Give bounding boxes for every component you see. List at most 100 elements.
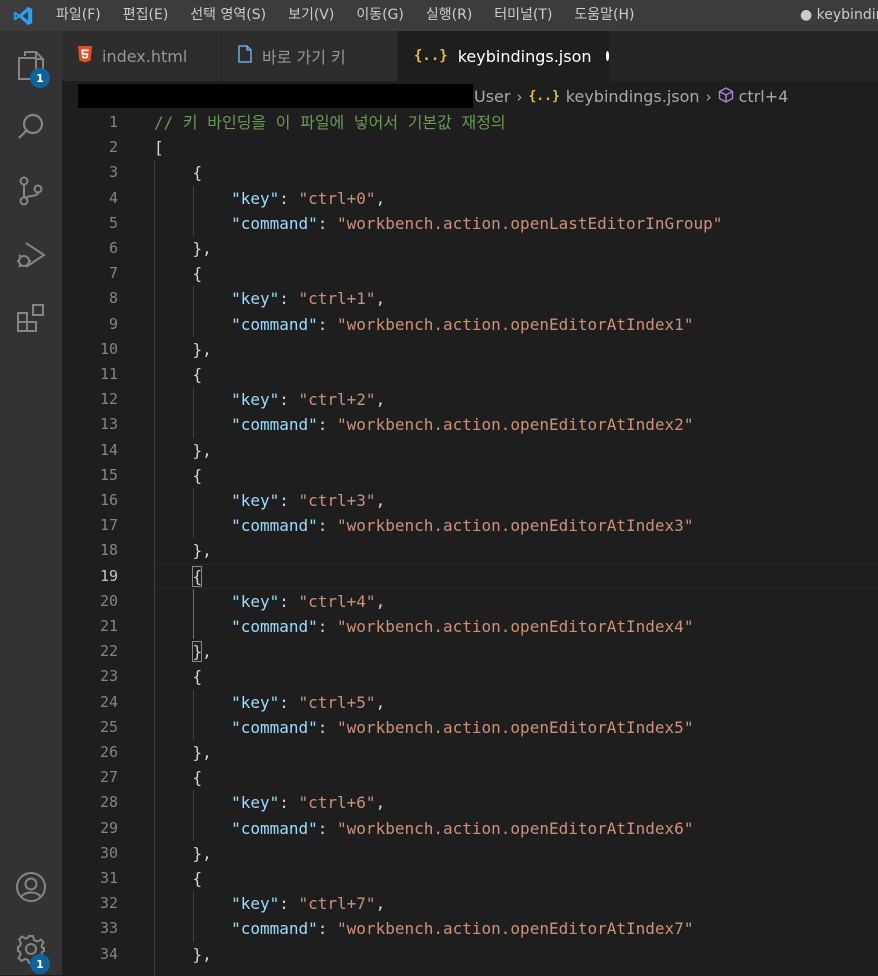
- tab-label: keybindings.json: [457, 46, 592, 66]
- settings-badge: 1: [30, 954, 50, 974]
- run-debug-button[interactable]: [0, 232, 62, 282]
- code-punctuation: {: [154, 163, 203, 183]
- json-key: "key": [231, 591, 280, 611]
- code-punctuation: ,: [375, 188, 386, 208]
- line-number: 13: [99, 415, 118, 434]
- line-number: 34: [99, 944, 118, 963]
- tab-shortcut-keys[interactable]: 바로 가기 키: [222, 31, 398, 81]
- line-number: 14: [99, 440, 118, 459]
- title-bar: 파일(F) 편집(E) 선택 영역(S) 보기(V) 이동(G) 실행(R) 터미널(T) 도…: [0, 0, 878, 31]
- breadcrumb-user[interactable]: User: [474, 87, 510, 106]
- indent-guide: [192, 588, 194, 640]
- accounts-button[interactable]: [0, 864, 62, 914]
- code-line: "key": "ctrl+0",: [154, 186, 385, 211]
- code-punctuation: :: [279, 390, 299, 410]
- explorer-button[interactable]: 1: [0, 42, 62, 92]
- menu-item[interactable]: 이동(G): [345, 0, 415, 31]
- code-punctuation: ,: [375, 491, 386, 510]
- chevron-right-icon: ›: [705, 87, 712, 106]
- activity-bar: 1 1: [0, 31, 62, 975]
- code-line: "key": "ctrl+1",: [154, 286, 385, 311]
- code-line: "command": "workbench.action.openEditorA…: [154, 412, 693, 437]
- json-key: "key": [231, 491, 280, 510]
- code-line: "command": "workbench.action.openEditorA…: [154, 715, 693, 740]
- json-key: "command": [231, 818, 318, 838]
- indent-guide: [192, 488, 194, 539]
- tab-index-html[interactable]: index.html: [62, 31, 222, 81]
- tab-label: index.html: [102, 46, 188, 66]
- json-key: "key": [231, 188, 280, 208]
- line-number: 17: [99, 516, 118, 535]
- line-number: 20: [99, 591, 118, 610]
- json-command-value: "workbench.action.openEditorAtIndex7": [337, 919, 694, 939]
- json-key-value: "ctrl+4": [298, 591, 376, 611]
- tab-bar: index.html 바로 가기 키 {..} keybindings.json: [62, 31, 878, 81]
- line-number: 28: [99, 793, 118, 812]
- line-number: 3: [108, 163, 118, 182]
- code-punctuation: {: [154, 768, 203, 788]
- json-command-value: "workbench.action.openEditorAtIndex5": [337, 717, 694, 737]
- line-number: 19: [99, 566, 118, 585]
- source-control-button[interactable]: [0, 168, 62, 218]
- indent-guide: [192, 387, 194, 438]
- json-command-value: "workbench.action.openEditorAtIndex2": [337, 415, 694, 435]
- line-number: 18: [99, 541, 118, 560]
- code-line: },: [154, 740, 212, 765]
- indent-guide: [192, 286, 194, 337]
- code-line: "key": "ctrl+2",: [154, 387, 385, 412]
- indent-guide: [192, 790, 194, 841]
- line-number: 2: [108, 138, 118, 157]
- code-punctuation: :: [279, 491, 299, 510]
- line-number: 21: [99, 617, 118, 635]
- json-command-value: "workbench.action.openLastEditorInGroup": [337, 213, 723, 233]
- json-command-value: "workbench.action.openEditorAtIndex6": [337, 818, 694, 838]
- breadcrumb-symbol[interactable]: ctrl+4: [739, 87, 789, 106]
- code-line: "command": "workbench.action.openEditorA…: [154, 816, 693, 841]
- code-punctuation: {: [154, 264, 203, 284]
- code-punctuation: :: [279, 894, 299, 914]
- menu-item[interactable]: 편집(E): [112, 0, 180, 31]
- json-key: "command": [231, 617, 318, 636]
- bracket-match-highlight: [191, 641, 203, 663]
- menu-item[interactable]: 터미널(T): [483, 0, 563, 31]
- code-editor[interactable]: 1 2 3 4 5 6 7 8 9 10 11 12 13 14 15 16 17 18 19 20 21 22 23 24 2…: [62, 112, 878, 975]
- code-line: "command": "workbench.action.openEditorA…: [154, 916, 693, 941]
- code-punctuation: :: [317, 818, 338, 838]
- code-punctuation: },: [154, 743, 212, 762]
- run-debug-icon: [15, 239, 47, 275]
- code-punctuation: {: [154, 465, 203, 485]
- menu-item[interactable]: 파일(F): [46, 0, 112, 31]
- code-punctuation: :: [317, 516, 338, 536]
- vscode-logo-icon[interactable]: [0, 0, 46, 31]
- cube-icon: [718, 86, 734, 107]
- unsaved-dot-icon[interactable]: [605, 51, 609, 61]
- html5-icon: [78, 45, 92, 67]
- json-key-value: "ctrl+7": [298, 894, 376, 914]
- manage-button[interactable]: 1: [0, 926, 62, 976]
- code-line: {: [154, 463, 203, 488]
- line-number: 33: [99, 919, 118, 938]
- code-line: "key": "ctrl+4",: [154, 589, 385, 614]
- json-command-value: "workbench.action.openEditorAtIndex3": [337, 516, 694, 536]
- json-key: "command": [231, 717, 318, 737]
- json-key: "key": [231, 289, 280, 309]
- extensions-button[interactable]: [0, 295, 62, 345]
- tab-label: 바로 가기 키: [262, 48, 346, 67]
- code-punctuation: {: [154, 869, 203, 888]
- menu-item[interactable]: 보기(V): [277, 0, 345, 31]
- line-number: 31: [99, 869, 118, 887]
- current-line-highlight: [154, 563, 878, 589]
- code-comment: // 키 바인딩을 이 파일에 넣어서 기본값 재정의: [154, 113, 506, 132]
- code-punctuation: :: [317, 717, 338, 737]
- breadcrumb-file[interactable]: keybindings.json: [566, 87, 700, 106]
- menu-item[interactable]: 선택 영역(S): [179, 0, 277, 31]
- code-punctuation: :: [317, 919, 338, 939]
- search-button[interactable]: [0, 104, 62, 154]
- json-command-value: "workbench.action.openEditorAtIndex1": [337, 314, 694, 334]
- tab-keybindings-json[interactable]: {..} keybindings.json: [398, 31, 610, 81]
- json-key: "command": [231, 314, 318, 334]
- menu-item[interactable]: 실행(R): [415, 0, 483, 31]
- menu-item[interactable]: 도움말(H): [563, 0, 645, 31]
- json-key-value: "ctrl+6": [298, 793, 376, 813]
- line-number: 15: [99, 465, 118, 484]
